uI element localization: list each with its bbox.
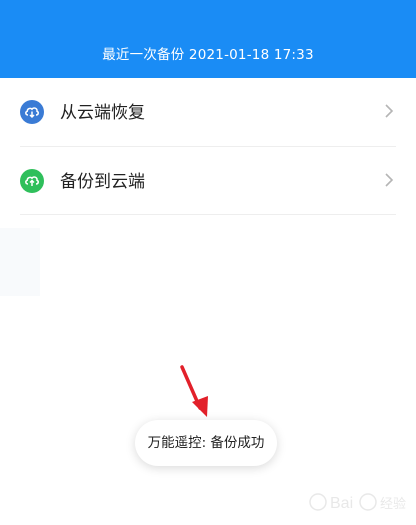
- divider: [20, 214, 396, 215]
- restore-from-cloud-label: 从云端恢复: [60, 103, 145, 123]
- backup-to-cloud-item[interactable]: 备份到云端: [0, 147, 416, 215]
- svg-text:经验: 经验: [380, 496, 406, 512]
- header-bar: 最近一次备份 2021-01-18 17:33: [0, 0, 416, 78]
- chevron-right-icon: [384, 172, 394, 192]
- background-shadow: [0, 228, 40, 296]
- cloud-upload-icon: [20, 169, 44, 193]
- restore-from-cloud-item[interactable]: 从云端恢复: [0, 78, 416, 146]
- baidu-watermark-logo: Bai 经验: [306, 484, 410, 518]
- last-backup-time: 最近一次备份 2021-01-18 17:33: [102, 47, 314, 63]
- chevron-right-icon: [384, 103, 394, 123]
- svg-text:Bai: Bai: [330, 495, 353, 512]
- success-toast: 万能遥控: 备份成功: [135, 420, 277, 466]
- backup-to-cloud-label: 备份到云端: [60, 172, 145, 192]
- annotation-arrow-icon: [178, 364, 214, 424]
- cloud-download-icon: [20, 100, 44, 124]
